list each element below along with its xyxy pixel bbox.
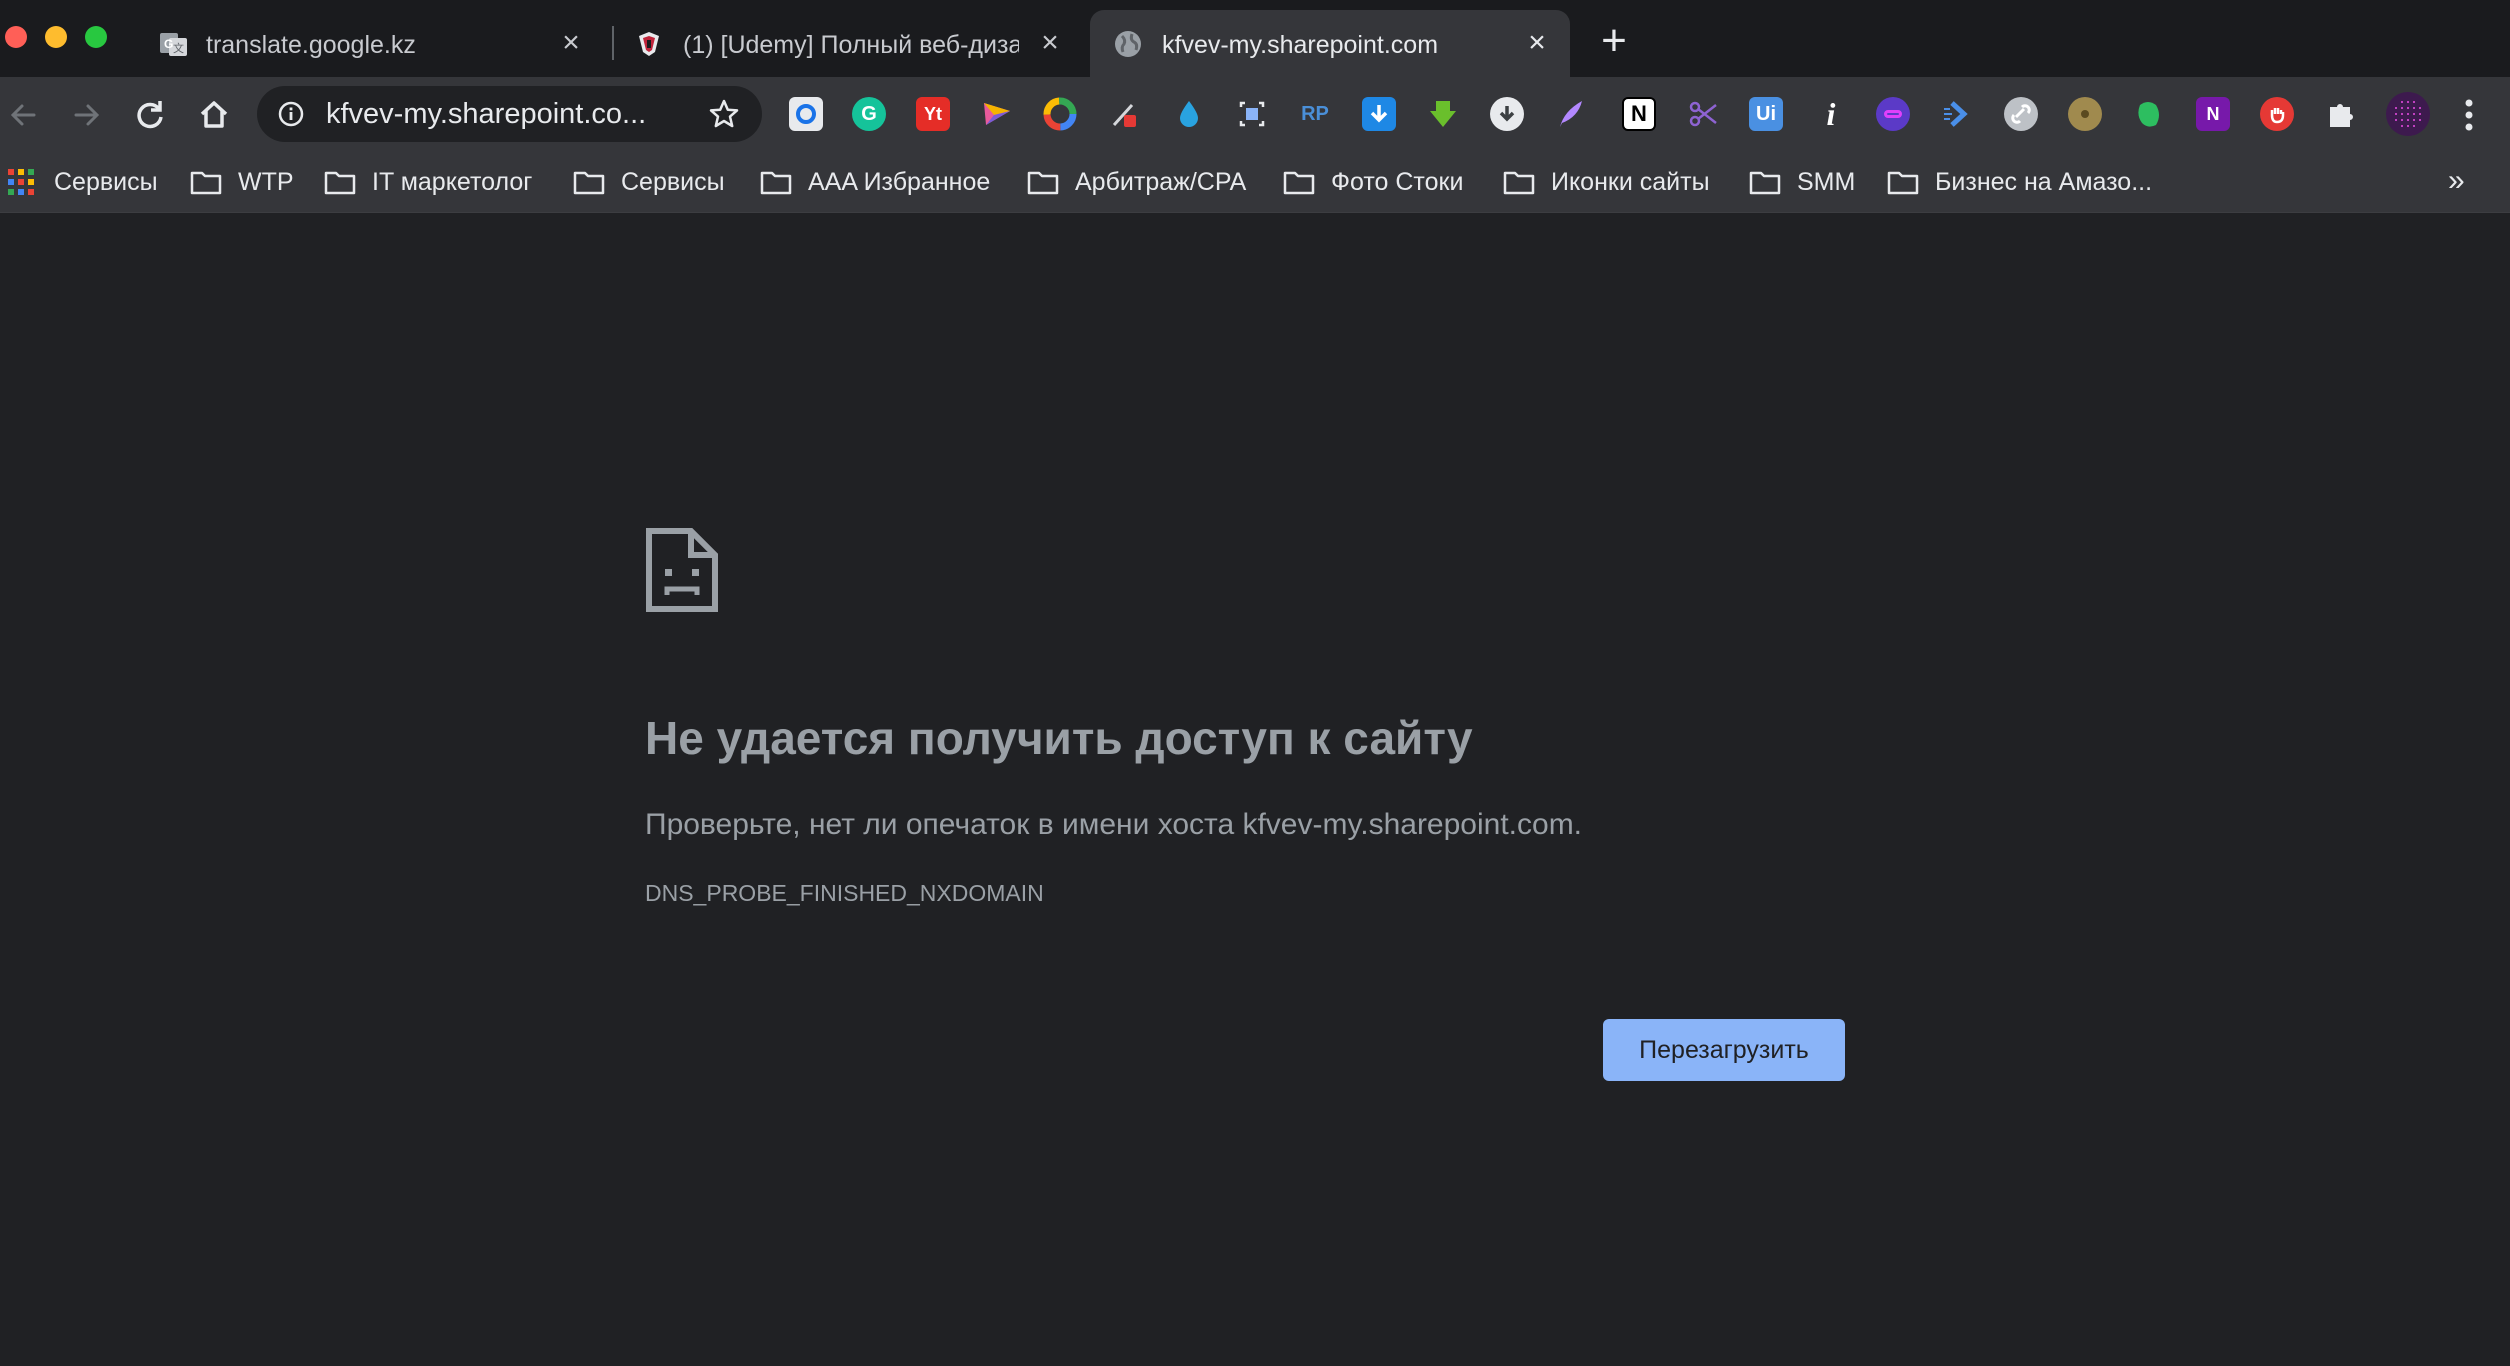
site-info-icon[interactable]	[277, 100, 305, 128]
folder-icon	[1749, 171, 1781, 195]
svg-text:G: G	[164, 37, 173, 51]
window-close-button[interactable]	[5, 26, 27, 48]
ui-icon[interactable]: Ui	[1749, 97, 1783, 131]
error-title: Не удается получить доступ к сайту	[645, 712, 1473, 764]
bookmark-folder-amazon[interactable]: Бизнес на Амазо...	[1887, 165, 2152, 199]
yt-icon[interactable]: Yt	[916, 97, 950, 131]
tab-title: kfvev-my.sharepoint.com	[1162, 31, 1439, 59]
bookmark-folder-services[interactable]: Сервисы	[573, 165, 725, 199]
bookmark-label: Фото Стоки	[1331, 167, 1464, 196]
bookmark-label: WTP	[238, 167, 294, 196]
bookmarks-overflow-button[interactable]: »	[2448, 161, 2465, 201]
forward-arrow-icon[interactable]	[1940, 97, 1974, 131]
home-icon[interactable]	[194, 95, 234, 135]
error-code: DNS_PROBE_FINISHED_NXDOMAIN	[645, 880, 1044, 906]
folder-icon	[190, 171, 222, 195]
tab-translate[interactable]: G 文 translate.google.kz ×	[150, 10, 600, 77]
more-menu-icon[interactable]	[2454, 95, 2484, 135]
bookmark-folder-smm[interactable]: SMM	[1749, 165, 1855, 199]
folder-icon	[1887, 171, 1919, 195]
feather-icon[interactable]	[1554, 97, 1588, 131]
back-arrow-icon[interactable]	[4, 95, 44, 135]
evernote-icon[interactable]	[2132, 97, 2166, 131]
tab-close-icon[interactable]: ×	[1522, 28, 1552, 58]
reload-icon[interactable]	[130, 95, 170, 135]
url-text[interactable]: kfvev-my.sharepoint.co...	[326, 98, 686, 130]
onenote-icon[interactable]: N	[2196, 97, 2230, 131]
tab-strip: G 文 translate.google.kz × (1) [Udemy] По…	[0, 0, 2510, 77]
bookmark-label: Арбитраж/CPA	[1075, 167, 1247, 196]
bookmark-label: SMM	[1797, 167, 1856, 196]
bookmark-folder-favorites[interactable]: AAA Избранное	[760, 165, 990, 199]
tab-close-icon[interactable]: ×	[556, 28, 586, 58]
error-description: Проверьте, нет ли опечаток в имени хоста…	[645, 808, 1583, 841]
bookmark-folder-icons[interactable]: Иконки сайты	[1503, 165, 1710, 199]
address-bar[interactable]: kfvev-my.sharepoint.co...	[257, 86, 762, 142]
bookmark-folder-wtp[interactable]: WTP	[190, 165, 294, 199]
google-translate-favicon-icon: G 文	[160, 33, 187, 56]
vpn-icon[interactable]	[1876, 97, 1910, 131]
globe-favicon-icon	[1115, 31, 1141, 57]
tab-title: (1) [Udemy] Полный веб-дизайн	[683, 31, 1019, 59]
apps-grid-icon	[8, 169, 34, 195]
bookmark-label: AAA Избранное	[808, 167, 991, 196]
folder-icon	[324, 171, 356, 195]
link-icon[interactable]	[2004, 97, 2038, 131]
bookmark-label: Сервисы	[54, 167, 158, 196]
bookmark-star-icon[interactable]	[708, 98, 740, 130]
bookmark-label: Сервисы	[621, 167, 725, 196]
profile-avatar-icon[interactable]	[2386, 92, 2430, 136]
tab-close-icon[interactable]: ×	[1035, 28, 1065, 58]
bookmark-apps[interactable]: Сервисы	[8, 165, 158, 199]
udemy-favicon-icon	[639, 32, 659, 56]
bookmark-label: IT маркетолог	[372, 167, 533, 196]
scissors-icon[interactable]	[1686, 97, 1720, 131]
bookmark-folder-it[interactable]: IT маркетолог	[324, 165, 532, 199]
color-wheel-icon[interactable]	[1043, 97, 1077, 131]
folder-icon	[573, 171, 605, 195]
notion-icon[interactable]: N	[1622, 97, 1656, 131]
cookie-icon[interactable]	[2068, 97, 2102, 131]
eyedropper-icon[interactable]	[1108, 97, 1142, 131]
bookmarks-bar: Сервисы WTP IT маркетолог Сервисы AAA Из…	[0, 151, 2510, 213]
browser-toolbar: kfvev-my.sharepoint.co... G Yt RP N Ui i	[0, 77, 2510, 151]
window-minimize-button[interactable]	[45, 26, 67, 48]
tab-separator	[612, 26, 614, 60]
bookmark-folder-arbitrage[interactable]: Арбитраж/CPA	[1027, 165, 1246, 199]
rp-icon[interactable]: RP	[1298, 97, 1332, 131]
color-prism-icon[interactable]	[980, 97, 1014, 131]
folder-icon	[1283, 171, 1315, 195]
drop-icon[interactable]	[1172, 97, 1206, 131]
tab-sharepoint[interactable]: kfvev-my.sharepoint.com ×	[1090, 10, 1570, 77]
puzzle-icon[interactable]	[2324, 97, 2358, 131]
folder-icon	[1027, 171, 1059, 195]
screenshot-icon[interactable]	[1235, 97, 1269, 131]
green-download-icon[interactable]	[1426, 97, 1460, 131]
tab-title: translate.google.kz	[206, 31, 416, 59]
forward-arrow-icon[interactable]	[66, 95, 106, 135]
info-italic-icon[interactable]: i	[1814, 96, 1848, 132]
download-circle-icon[interactable]	[1490, 97, 1524, 131]
grammarly-icon[interactable]: G	[852, 97, 886, 131]
reload-button[interactable]: Перезагрузить	[1603, 1019, 1845, 1081]
cam-extension-icon[interactable]	[789, 97, 823, 131]
bookmark-folder-photo-stocks[interactable]: Фото Стоки	[1283, 165, 1463, 199]
window-zoom-button[interactable]	[85, 26, 107, 48]
bookmark-label: Бизнес на Амазо...	[1935, 167, 2153, 196]
folder-icon	[760, 171, 792, 195]
folder-icon	[1503, 171, 1535, 195]
svg-text:文: 文	[173, 41, 184, 55]
adblock-icon[interactable]	[2260, 97, 2294, 131]
new-tab-button[interactable]: +	[1596, 19, 1632, 63]
download-arrow-icon[interactable]	[1362, 97, 1396, 131]
tab-udemy[interactable]: (1) [Udemy] Полный веб-дизайн ×	[625, 10, 1075, 77]
bookmark-label: Иконки сайты	[1551, 167, 1710, 196]
sad-page-icon	[646, 528, 718, 612]
